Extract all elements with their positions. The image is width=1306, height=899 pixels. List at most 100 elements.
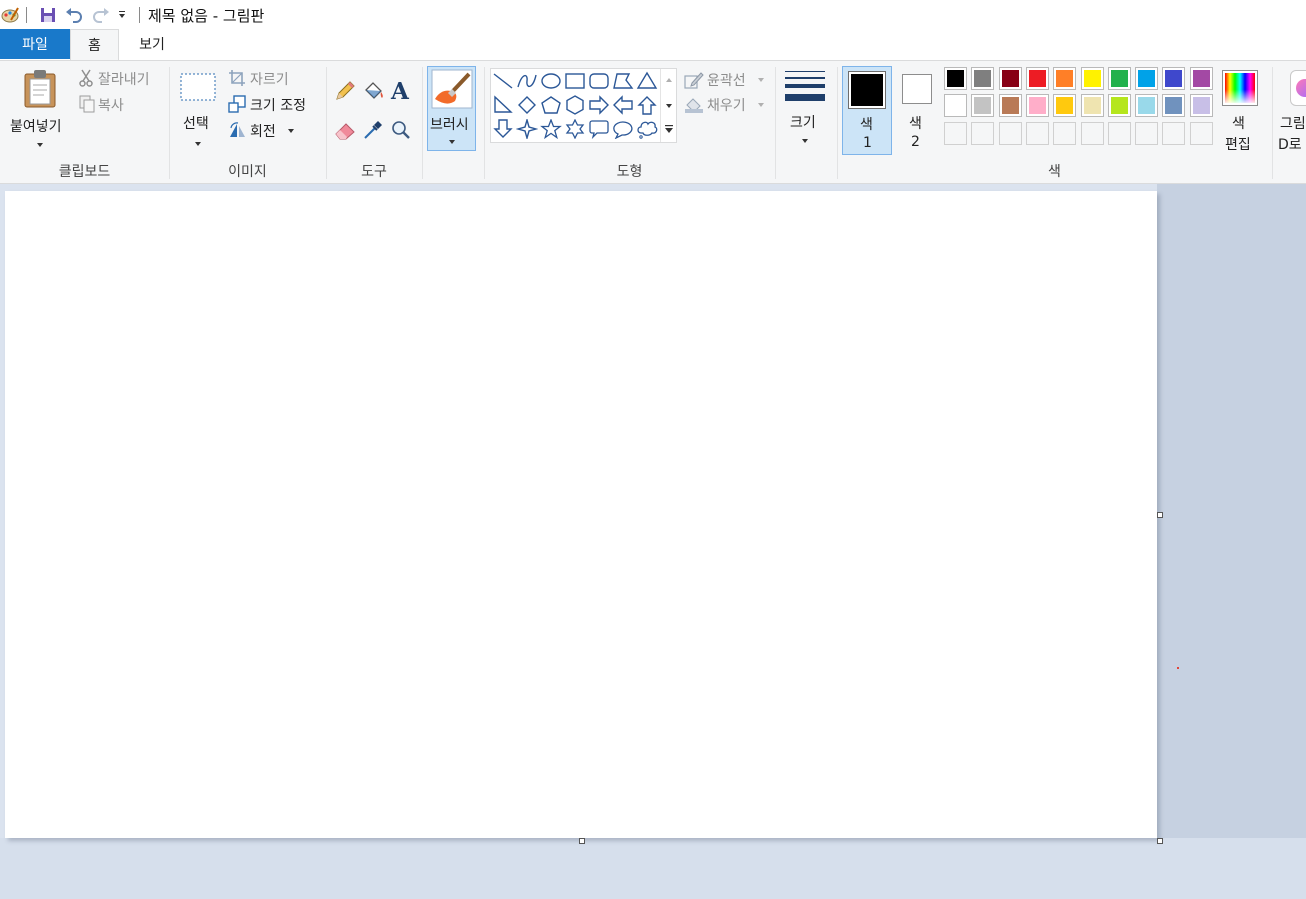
tab-file[interactable]: 파일: [0, 29, 70, 59]
window-title: 제목 없음 - 그림판: [148, 7, 265, 25]
resize-button[interactable]: 크기 조정: [226, 94, 322, 114]
palette-swatch[interactable]: [1162, 94, 1185, 117]
ribbon: 붙여넣기 잘라내기 복사 클립보드 선택 자르기 크기 조정 회전 이미지 A …: [0, 60, 1306, 184]
scroll-down-icon[interactable]: [665, 103, 673, 109]
palette-swatch[interactable]: [1135, 67, 1158, 90]
palette-swatch[interactable]: [944, 122, 967, 145]
palette-swatch[interactable]: [999, 94, 1022, 117]
redo-icon[interactable]: [90, 5, 112, 25]
five-point-star-shape-icon[interactable]: [540, 119, 562, 139]
fill-button[interactable]: 채우기: [683, 95, 768, 115]
palette-swatch[interactable]: [1108, 67, 1131, 90]
four-point-star-shape-icon[interactable]: [516, 119, 538, 139]
six-point-star-shape-icon[interactable]: [564, 119, 586, 139]
color2-button[interactable]: 색 2: [897, 66, 937, 155]
edit-with-paint3d-button[interactable]: 그림 D로: [1276, 66, 1306, 155]
paint3d-label-top: 그림: [1280, 116, 1306, 132]
palette-swatch[interactable]: [971, 67, 994, 90]
pentagon-shape-icon[interactable]: [540, 95, 562, 115]
polygon-shape-icon[interactable]: [612, 71, 634, 91]
palette-swatch[interactable]: [1026, 122, 1049, 145]
color2-swatch: [905, 77, 929, 101]
outline-button[interactable]: 윤곽선: [683, 70, 768, 90]
oval-shape-icon[interactable]: [540, 71, 562, 91]
up-arrow-shape-icon[interactable]: [636, 95, 658, 115]
copy-button[interactable]: 복사: [77, 94, 137, 114]
color1-button[interactable]: 색 1: [842, 66, 892, 155]
palette-swatch[interactable]: [971, 94, 994, 117]
palette-swatch[interactable]: [1190, 94, 1213, 117]
rounded-callout-shape-icon[interactable]: [588, 119, 610, 139]
diamond-shape-icon[interactable]: [516, 95, 538, 115]
palette-swatch[interactable]: [1108, 94, 1131, 117]
palette-swatch[interactable]: [1081, 67, 1104, 90]
divider: [139, 7, 140, 23]
palette-swatch[interactable]: [999, 67, 1022, 90]
color2-frame: [902, 74, 932, 104]
size-button[interactable]: 크기: [780, 66, 830, 151]
cloud-callout-shape-icon[interactable]: [636, 119, 658, 139]
brushes-label: 브러시: [430, 117, 469, 133]
palette-swatch[interactable]: [1053, 122, 1076, 145]
palette-swatch[interactable]: [1135, 122, 1158, 145]
workspace-margin: [1157, 184, 1306, 899]
tab-view[interactable]: 보기: [119, 29, 185, 59]
expand-gallery-icon[interactable]: [664, 124, 674, 134]
right-arrow-shape-icon[interactable]: [588, 95, 610, 115]
palette-swatch[interactable]: [944, 67, 967, 90]
palette-swatch[interactable]: [1026, 67, 1049, 90]
eraser-icon[interactable]: [334, 119, 358, 141]
resize-handle-bottom[interactable]: [579, 838, 585, 844]
customize-dropdown-icon[interactable]: [116, 5, 128, 25]
down-arrow-shape-icon[interactable]: [492, 119, 514, 139]
scroll-up-icon[interactable]: [665, 77, 673, 83]
drawing-canvas[interactable]: [5, 191, 1157, 838]
save-icon[interactable]: [38, 5, 58, 25]
undo-icon[interactable]: [63, 5, 85, 25]
tools-group-label: 도구: [361, 164, 387, 180]
shapes-gallery-scrollbar[interactable]: [660, 69, 677, 142]
curve-shape-icon[interactable]: [516, 71, 538, 91]
palette-swatch[interactable]: [1162, 67, 1185, 90]
resize-handle-right[interactable]: [1157, 512, 1163, 518]
fill-bucket-icon[interactable]: [362, 80, 386, 102]
paint-app-icon[interactable]: [0, 5, 20, 25]
palette-swatch[interactable]: [1053, 94, 1076, 117]
oval-callout-shape-icon[interactable]: [612, 119, 634, 139]
palette-swatch[interactable]: [1053, 67, 1076, 90]
rectangle-shape-icon[interactable]: [564, 71, 586, 91]
palette-swatch[interactable]: [1190, 122, 1213, 145]
brushes-button[interactable]: 브러시: [427, 66, 476, 151]
palette-swatch[interactable]: [1190, 67, 1213, 90]
text-icon[interactable]: A: [391, 78, 409, 105]
palette-swatch[interactable]: [971, 122, 994, 145]
select-button[interactable]: 선택: [176, 65, 220, 155]
rotate-button[interactable]: 회전: [226, 120, 306, 140]
color-picker-icon[interactable]: [362, 119, 384, 141]
crop-button[interactable]: 자르기: [226, 68, 306, 88]
palette-swatch[interactable]: [1026, 94, 1049, 117]
palette-swatch[interactable]: [1108, 122, 1131, 145]
palette-swatch[interactable]: [999, 122, 1022, 145]
rotate-label: 회전: [250, 124, 276, 140]
edit-colors-button[interactable]: 색 편집: [1218, 66, 1262, 155]
chevron-down-icon: [449, 140, 455, 144]
cut-button[interactable]: 잘라내기: [77, 68, 162, 88]
pencil-icon[interactable]: [334, 80, 356, 102]
palette-swatch[interactable]: [1081, 94, 1104, 117]
palette-swatch[interactable]: [1162, 122, 1185, 145]
resize-handle-corner[interactable]: [1157, 838, 1163, 844]
palette-swatch[interactable]: [944, 94, 967, 117]
line-shape-icon[interactable]: [492, 71, 514, 91]
palette-swatch[interactable]: [1081, 122, 1104, 145]
palette-swatch[interactable]: [1135, 94, 1158, 117]
tab-home[interactable]: 홈: [70, 29, 119, 60]
left-arrow-shape-icon[interactable]: [612, 95, 634, 115]
divider: [26, 7, 27, 23]
paste-button[interactable]: 붙여넣기: [6, 65, 74, 155]
hexagon-shape-icon[interactable]: [564, 95, 586, 115]
right-triangle-shape-icon[interactable]: [492, 95, 514, 115]
magnifier-icon[interactable]: [390, 119, 412, 141]
triangle-shape-icon[interactable]: [636, 71, 658, 91]
rounded-rectangle-shape-icon[interactable]: [588, 71, 610, 91]
